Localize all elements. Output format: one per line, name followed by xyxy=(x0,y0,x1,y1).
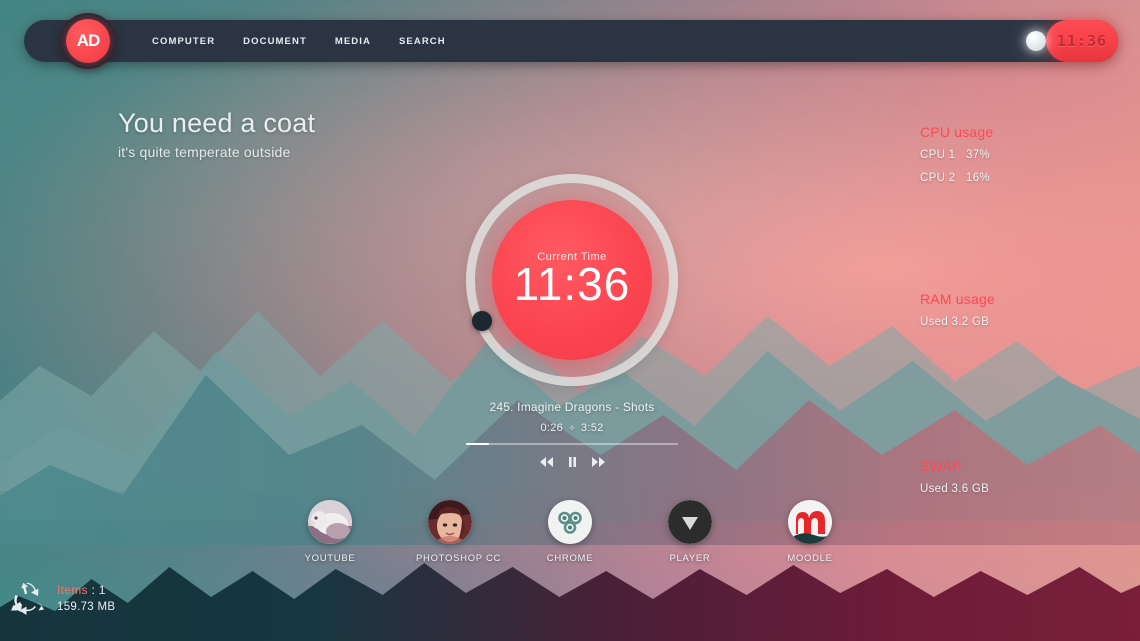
top-navbar: AD COMPUTER DOCUMENT MEDIA SEARCH 11:36 xyxy=(24,13,1118,69)
dock-item-player[interactable]: PLAYER xyxy=(656,500,724,564)
track-duration: 3:52 xyxy=(580,422,604,434)
track-elapsed: 0:26 xyxy=(540,422,564,434)
logo-monogram: AD xyxy=(76,31,101,50)
cpu-row-1: CPU 1 37% xyxy=(920,149,1140,161)
navbar-clock[interactable]: 11:36 xyxy=(1046,20,1118,62)
clock-face: Current Time 11:36 xyxy=(492,200,652,360)
app-dock: YOUTUBE PHOTOSHOP CC CHROME PLAYER MOODL… xyxy=(0,500,1140,564)
recycle-items-line: Items : 1 xyxy=(57,582,115,599)
chrome-icon xyxy=(548,500,592,544)
dock-item-chrome[interactable]: CHROME xyxy=(536,500,604,564)
nav-link-search[interactable]: SEARCH xyxy=(385,30,460,53)
recycle-items-label: Items xyxy=(57,583,88,597)
dock-item-moodle[interactable]: MOODLE xyxy=(776,500,844,564)
next-icon[interactable] xyxy=(591,456,606,468)
nav-link-media[interactable]: MEDIA xyxy=(321,30,385,53)
youtube-avatar-icon xyxy=(308,500,352,544)
music-player: 245. Imagine Dragons - Shots 0:26 ✧ 3:52 xyxy=(450,400,694,468)
app-logo[interactable]: AD xyxy=(60,13,116,69)
greeting-title: You need a coat xyxy=(118,108,316,138)
desktop: AD COMPUTER DOCUMENT MEDIA SEARCH 11:36 … xyxy=(0,0,1140,641)
nav-link-computer[interactable]: COMPUTER xyxy=(138,30,229,53)
cpu-1-label: CPU 1 xyxy=(920,149,956,161)
track-separator-icon: ✧ xyxy=(568,422,576,433)
dock-label-chrome: CHROME xyxy=(546,553,594,564)
recycle-icon xyxy=(10,582,44,616)
player-controls xyxy=(450,456,694,468)
track-title: 245. Imagine Dragons - Shots xyxy=(489,400,655,414)
clock-time: 11:36 xyxy=(513,257,631,310)
dock-item-youtube[interactable]: YOUTUBE xyxy=(296,500,364,564)
dock-label-moodle: MOODLE xyxy=(787,553,833,564)
ram-used-value: Used 3.2 GB xyxy=(920,316,990,328)
navbar-clock-time: 11:36 xyxy=(1056,32,1108,50)
ram-usage-panel: RAM usage Used 3.2 GB xyxy=(920,291,1140,328)
dock-label-youtube: YOUTUBE xyxy=(304,553,356,564)
recycle-size: 159.73 MB xyxy=(57,601,116,614)
logo-circle: AD xyxy=(66,19,110,63)
swap-usage-title: SWAP xyxy=(920,458,962,474)
photoshop-avatar-icon xyxy=(428,500,472,544)
nav-links: COMPUTER DOCUMENT MEDIA SEARCH xyxy=(138,30,460,53)
clock-widget[interactable]: Current Time 11:36 xyxy=(466,174,678,386)
swap-usage-panel: SWAP Used 3.6 GB xyxy=(920,458,1140,495)
player-icon xyxy=(668,500,712,544)
previous-icon[interactable] xyxy=(539,456,554,468)
cpu-2-value: 16% xyxy=(966,172,990,184)
cpu-usage-title: CPU usage xyxy=(920,124,994,140)
recycle-bin[interactable]: Items : 1 159.73 MB xyxy=(10,582,115,616)
cpu-row-2: CPU 2 16% xyxy=(920,172,1140,184)
track-progress-bar[interactable] xyxy=(466,443,678,445)
dock-label-player: PLAYER xyxy=(669,553,711,564)
cpu-2-label: CPU 2 xyxy=(920,172,956,184)
cpu-usage-panel: CPU usage CPU 1 37% CPU 2 16% xyxy=(920,124,1140,195)
recycle-items-value: : 1 xyxy=(91,583,106,597)
greeting-subtitle: it's quite temperate outside xyxy=(118,144,291,160)
track-times: 0:26 ✧ 3:52 xyxy=(450,422,694,434)
recycle-bin-text: Items : 1 159.73 MB xyxy=(57,582,115,616)
track-progress-fill xyxy=(466,443,490,445)
greeting-block: You need a coat it's quite temperate out… xyxy=(118,108,315,160)
ram-usage-title: RAM usage xyxy=(920,291,995,307)
dock-item-photoshop[interactable]: PHOTOSHOP CC xyxy=(416,500,502,564)
pause-icon[interactable] xyxy=(568,456,577,468)
status-orb-icon[interactable] xyxy=(1026,31,1046,51)
swap-used-value: Used 3.6 GB xyxy=(920,483,990,495)
clock-knob-handle[interactable] xyxy=(472,311,492,331)
nav-link-document[interactable]: DOCUMENT xyxy=(229,30,321,53)
moodle-icon xyxy=(788,500,832,544)
dock-label-photoshop: PHOTOSHOP CC xyxy=(416,553,502,564)
cpu-1-value: 37% xyxy=(966,149,990,161)
